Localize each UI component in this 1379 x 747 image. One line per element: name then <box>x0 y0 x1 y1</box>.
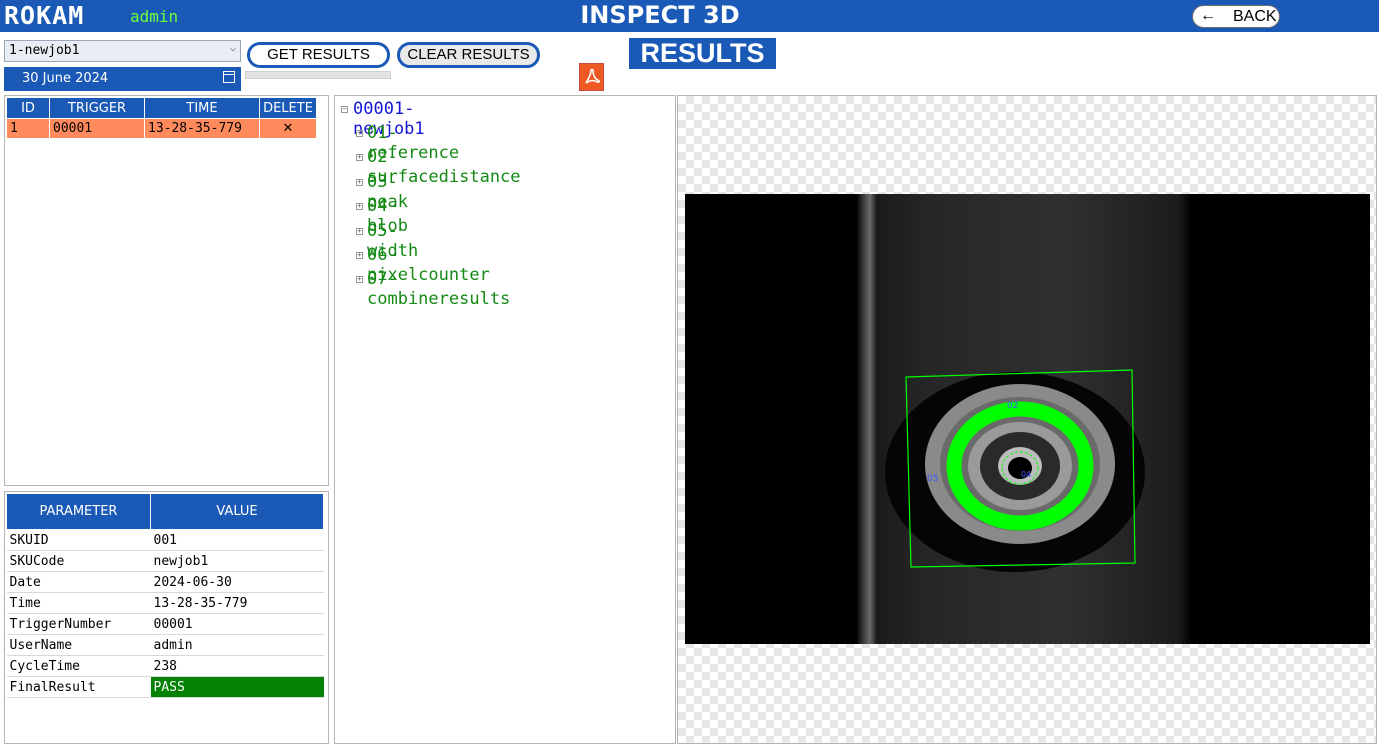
tree-item[interactable]: +05-width <box>341 220 418 261</box>
table-row: Time 13-28-35-779 <box>6 592 324 614</box>
table-row: UserName admin <box>6 634 324 656</box>
delete-icon[interactable]: ✕ <box>259 118 317 139</box>
trigger-table: ID TRIGGER TIME DELETE 1 00001 13-28-35-… <box>6 97 317 139</box>
table-row: Date 2024-06-30 <box>6 571 324 593</box>
app-title: INSPECT 3D <box>580 1 740 29</box>
tree-item[interactable]: +01-reference <box>341 122 459 163</box>
table-row: FinalResult PASS <box>6 676 324 698</box>
pdf-icon[interactable] <box>579 63 604 91</box>
back-button-label: BACK <box>1233 8 1277 25</box>
param-name: CycleTime <box>6 655 151 677</box>
back-button[interactable]: ← BACK <box>1192 5 1280 28</box>
param-value: 13-28-35-779 <box>150 592 324 614</box>
tree-root[interactable]: − 00001-newjob1 <box>341 98 425 139</box>
expand-icon[interactable]: + <box>356 227 363 235</box>
trigger-panel: ID TRIGGER TIME DELETE 1 00001 13-28-35-… <box>4 95 329 486</box>
top-bar: ROKAM admin INSPECT 3D ← BACK <box>0 0 1379 32</box>
param-value: newjob1 <box>150 550 324 572</box>
col-header-id: ID <box>6 97 50 119</box>
param-name: Date <box>6 571 151 593</box>
expand-icon[interactable]: + <box>356 130 363 137</box>
param-name: FinalResult <box>6 676 151 698</box>
collapse-icon[interactable]: − <box>341 106 348 113</box>
cell-trigger: 00001 <box>49 118 145 139</box>
back-arrow-icon: ← <box>1200 7 1216 24</box>
col-header-value: VALUE <box>150 493 324 530</box>
date-value: 30 June 2024 <box>22 71 109 86</box>
expand-icon[interactable]: + <box>356 178 363 186</box>
clear-results-button[interactable]: CLEAR RESULTS <box>397 42 540 68</box>
cell-id: 1 <box>6 118 50 139</box>
date-picker[interactable]: 30 June 2024 <box>4 67 241 91</box>
tree-item[interactable]: +06-pixelcounter <box>341 244 490 285</box>
tree-item[interactable]: +03-peak <box>341 171 408 212</box>
expand-icon[interactable]: + <box>356 251 363 259</box>
param-name: TriggerNumber <box>6 613 151 635</box>
expand-icon[interactable]: + <box>356 276 363 284</box>
tree-item[interactable]: +02-surfacedistance <box>341 146 521 187</box>
param-name: Time <box>6 592 151 614</box>
tool-tree-panel: − 00001-newjob1 +01-reference +02-surfac… <box>334 95 676 744</box>
param-value: 2024-06-30 <box>150 571 324 593</box>
table-row: CycleTime 238 <box>6 655 324 677</box>
param-name: UserName <box>6 634 151 656</box>
param-value: 00001 <box>150 613 324 635</box>
table-row: SKUID 001 <box>6 529 324 551</box>
job-select-value: 1-newjob1 <box>9 43 80 58</box>
table-row: SKUCode newjob1 <box>6 550 324 572</box>
col-header-trigger: TRIGGER <box>49 97 145 119</box>
progress-bar <box>245 71 391 79</box>
results-heading: RESULTS <box>629 38 776 69</box>
param-name: SKUID <box>6 529 151 551</box>
tree-item[interactable]: +07-combineresults <box>341 268 510 309</box>
cell-time: 13-28-35-779 <box>144 118 260 139</box>
param-value: 001 <box>150 529 324 551</box>
expand-icon[interactable]: + <box>356 154 363 162</box>
param-value: 238 <box>150 655 324 677</box>
roi-label: 05 <box>927 474 938 484</box>
chevron-down-icon: ⌵ <box>229 43 236 54</box>
table-row[interactable]: 1 00001 13-28-35-779 ✕ <box>6 118 317 139</box>
param-name: SKUCode <box>6 550 151 572</box>
image-viewer[interactable]: 02 05 04 <box>677 95 1377 744</box>
roi-label: 04 <box>1021 470 1031 479</box>
final-result-badge: PASS <box>150 676 324 698</box>
job-select[interactable]: 1-newjob1 ⌵ <box>4 40 241 62</box>
tool-tree: − 00001-newjob1 +01-reference +02-surfac… <box>341 98 521 309</box>
parameter-panel: PARAMETER VALUE SKUID 001 SKUCode newjob1 … <box>4 491 329 744</box>
table-row: TriggerNumber 00001 <box>6 613 324 635</box>
expand-icon[interactable]: + <box>356 203 363 211</box>
param-value: admin <box>150 634 324 656</box>
tree-item-label: 07-combineresults <box>367 269 511 310</box>
col-header-delete: DELETE <box>259 97 317 119</box>
tree-item[interactable]: +04-blob <box>341 195 408 236</box>
col-header-time: TIME <box>144 97 260 119</box>
calendar-icon[interactable] <box>223 71 235 83</box>
roi-label: 02 <box>1007 401 1018 411</box>
get-results-button[interactable]: GET RESULTS <box>247 42 390 68</box>
parameter-table: PARAMETER VALUE SKUID 001 SKUCode newjob1 … <box>6 493 324 698</box>
inspection-image: 02 05 04 <box>685 194 1370 644</box>
col-header-parameter: PARAMETER <box>6 493 151 530</box>
